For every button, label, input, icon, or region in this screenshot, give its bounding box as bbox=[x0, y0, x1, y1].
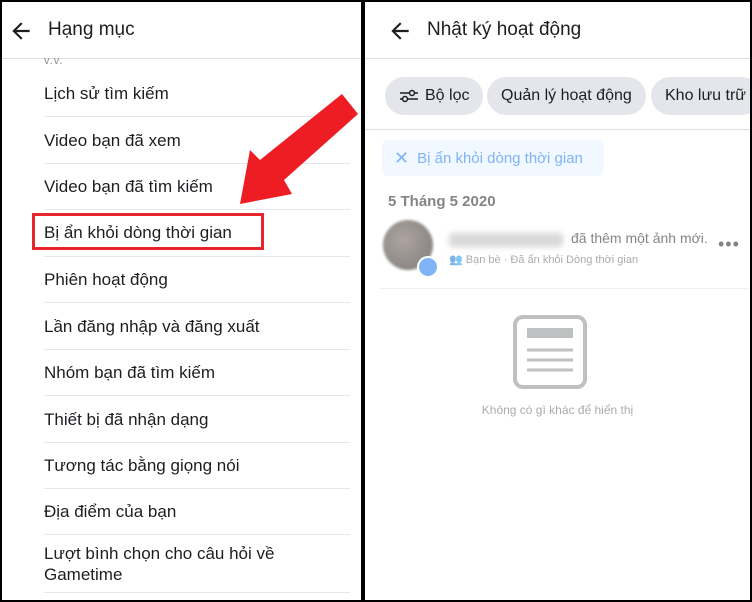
category-logins-logouts[interactable]: Lần đăng nhập và đăng xuất bbox=[44, 316, 350, 337]
red-pointer-arrow-icon bbox=[240, 94, 358, 204]
divider bbox=[44, 256, 350, 257]
manage-activity-label: Quản lý hoạt động bbox=[501, 87, 632, 104]
highlight-box bbox=[32, 213, 264, 250]
divider bbox=[380, 288, 750, 289]
archive-label: Kho lưu trữ bbox=[665, 87, 747, 104]
active-filter-label: Bị ẩn khỏi dòng thời gian bbox=[417, 149, 583, 167]
divider bbox=[44, 488, 350, 489]
photo-badge-icon bbox=[417, 256, 439, 278]
category-recognized-devices[interactable]: Thiết bị đã nhận dạng bbox=[44, 409, 350, 430]
manage-activity-chip[interactable]: Quản lý hoạt động bbox=[487, 77, 646, 115]
blurred-name bbox=[449, 233, 563, 247]
header-divider bbox=[365, 58, 750, 59]
categories-header: Hạng mục bbox=[2, 2, 361, 58]
category-groups-searched[interactable]: Nhóm bạn đã tìm kiếm bbox=[44, 362, 350, 383]
sliders-icon bbox=[400, 89, 418, 103]
arrow-left-icon[interactable] bbox=[387, 18, 413, 44]
arrow-left-icon[interactable] bbox=[8, 18, 34, 44]
filter-chip[interactable]: Bộ lọc bbox=[385, 77, 484, 115]
divider bbox=[44, 395, 350, 396]
filter-chip-label: Bộ lọc bbox=[425, 87, 470, 104]
category-voice-interactions[interactable]: Tương tác bằng giọng nói bbox=[44, 455, 350, 476]
chip-bar: Bộ lọc Quản lý hoạt động Kho lưu trữ bbox=[385, 77, 750, 115]
page-title: Hạng mục bbox=[48, 19, 135, 40]
activity-meta: 👥 Bạn bè · Đã ẩn khỏi Dòng thời gian bbox=[449, 253, 638, 266]
category-your-places[interactable]: Địa điểm của bạn bbox=[44, 501, 350, 522]
divider bbox=[44, 209, 350, 210]
divider bbox=[365, 129, 750, 130]
close-icon[interactable]: ✕ bbox=[394, 149, 409, 167]
divider bbox=[44, 592, 350, 593]
category-gametime-votes[interactable]: Lượt bình chọn cho câu hỏi về Gametime bbox=[44, 543, 350, 585]
date-heading: 5 Tháng 5 2020 bbox=[388, 193, 496, 210]
divider bbox=[44, 349, 350, 350]
categories-panel: Hạng mục v.v. Lịch sử tìm kiếm Video bạn… bbox=[2, 2, 361, 600]
page-title: Nhật ký hoạt động bbox=[427, 19, 582, 40]
empty-state-message: Không có gì khác để hiển thị bbox=[481, 403, 634, 417]
activity-log-header: Nhật ký hoạt động bbox=[365, 2, 750, 58]
activity-text: đã thêm một ảnh mới. bbox=[571, 230, 708, 246]
category-active-sessions[interactable]: Phiên hoạt động bbox=[44, 269, 350, 290]
activity-item[interactable]: đã thêm một ảnh mới. 👥 Bạn bè · Đã ẩn kh… bbox=[383, 220, 745, 284]
divider bbox=[44, 302, 350, 303]
document-icon bbox=[513, 315, 587, 389]
activity-meta-text: Bạn bè · Đã ẩn khỏi Dòng thời gian bbox=[465, 254, 639, 266]
activity-log-panel: Nhật ký hoạt động Bộ lọc Quản lý hoạt độ… bbox=[365, 2, 750, 600]
truncated-item: v.v. bbox=[44, 55, 64, 67]
friends-icon: 👥 bbox=[449, 254, 466, 266]
more-dots-icon[interactable]: ••• bbox=[718, 234, 740, 255]
active-filter-tag[interactable]: ✕ Bị ẩn khỏi dòng thời gian bbox=[382, 140, 604, 176]
divider bbox=[44, 442, 350, 443]
archive-chip[interactable]: Kho lưu trữ bbox=[651, 77, 750, 115]
divider bbox=[44, 534, 350, 535]
